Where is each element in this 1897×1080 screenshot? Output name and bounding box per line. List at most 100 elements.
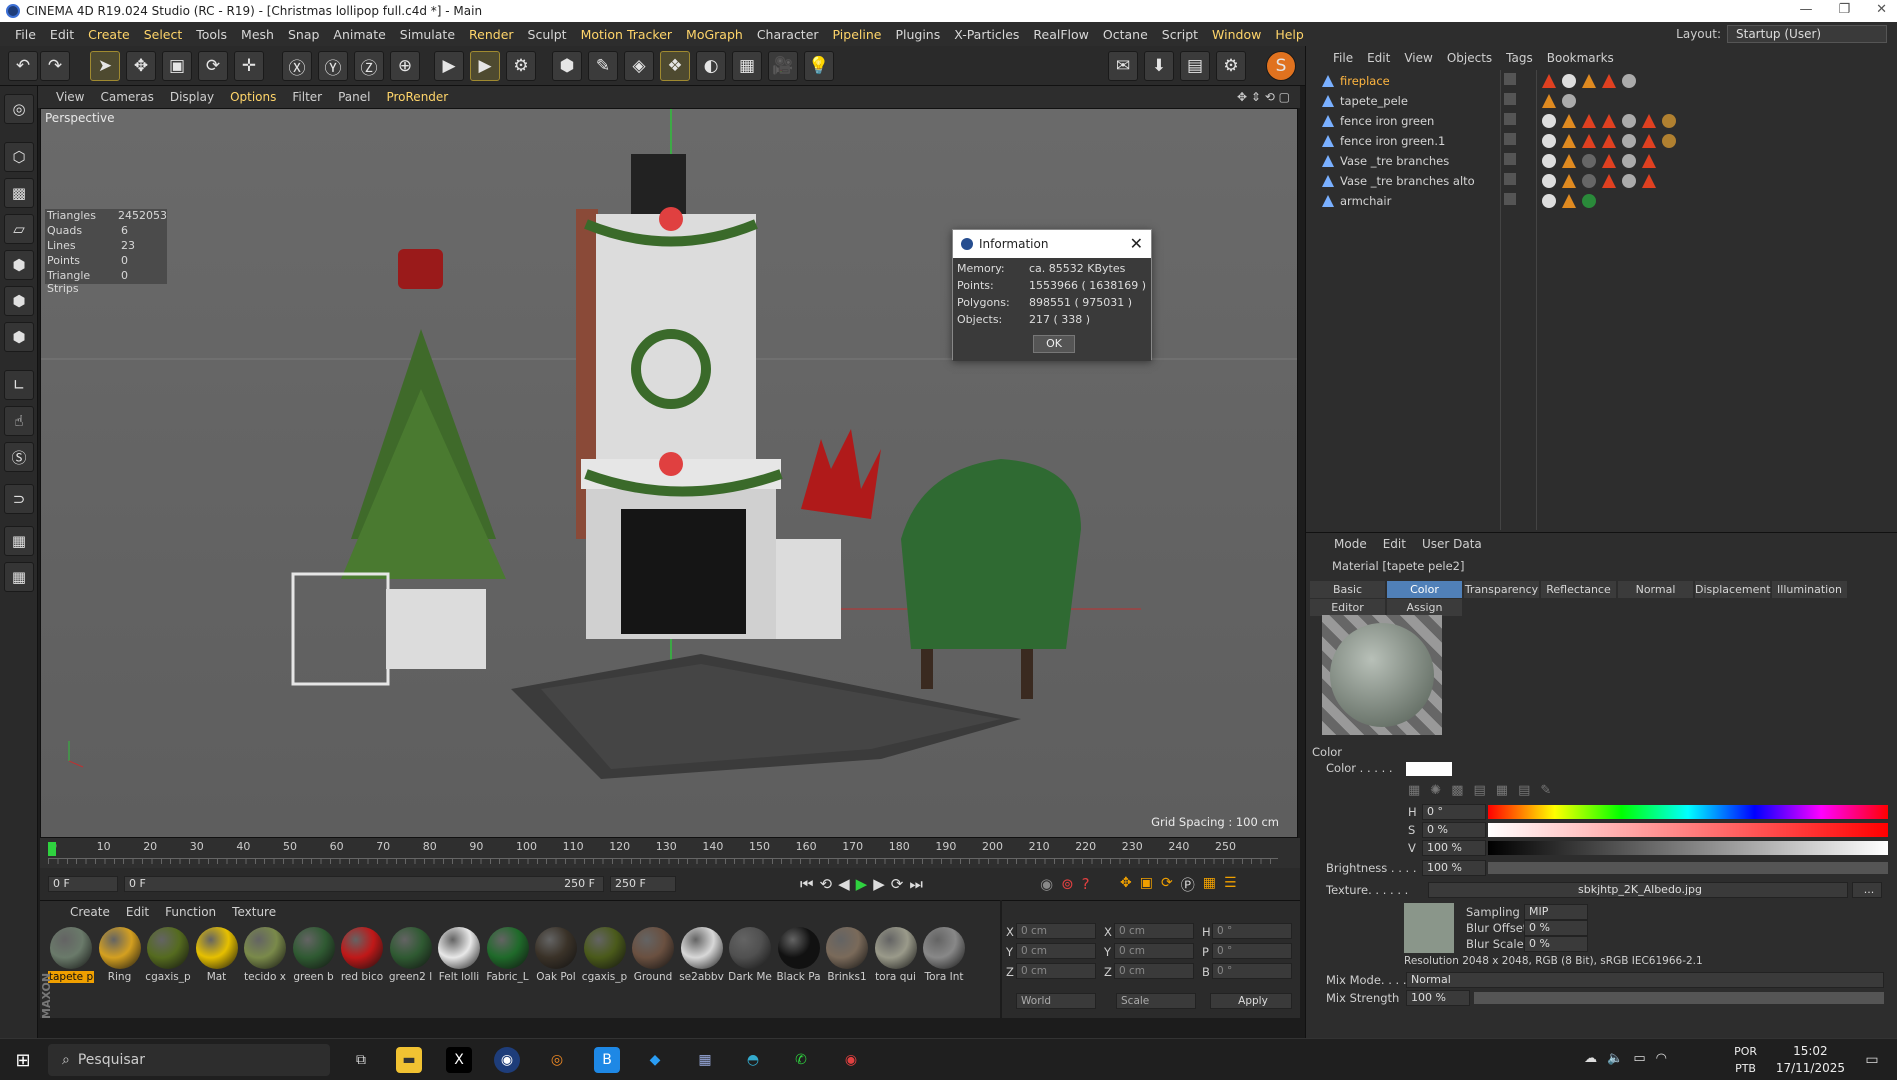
object-tag-icon[interactable] (1662, 134, 1676, 148)
timeline-ruler[interactable]: 0102030405060708090100110120130140150160… (40, 838, 1300, 868)
material-swatch[interactable]: Ring (97, 927, 143, 983)
hue-field[interactable]: 0 ° (1422, 804, 1486, 820)
material-menu-function[interactable]: Function (157, 905, 224, 919)
object-tag-icon[interactable] (1562, 174, 1576, 188)
render-picture-viewer-icon[interactable]: ▶ (470, 51, 500, 81)
rotate-icon[interactable]: ⟳ (198, 51, 228, 81)
object-row[interactable]: Vase _tre branches alto (1318, 172, 1475, 190)
picker-spectrum-icon[interactable]: ✺ (1430, 783, 1441, 798)
viewport-menu-options[interactable]: Options (222, 90, 284, 104)
picker-wheel-icon[interactable]: ▦ (1408, 783, 1420, 798)
material-swatch[interactable]: se2abbv (679, 927, 725, 983)
next-key-icon[interactable]: ⟳ (891, 875, 904, 893)
task-view-icon[interactable]: ⧉ (348, 1047, 374, 1073)
attr-menu-mode[interactable]: Mode (1326, 537, 1375, 551)
attr-tab[interactable]: Displacement (1695, 581, 1771, 598)
workplane-grid-icon[interactable]: ▦ (4, 526, 34, 556)
visibility-toggle-icon[interactable] (1504, 173, 1516, 185)
windows-start-icon[interactable]: ⊞ (10, 1047, 36, 1073)
prev-frame-icon[interactable]: ◀ (838, 875, 850, 893)
record-icon[interactable]: ⊚ (1061, 875, 1074, 893)
material-swatch[interactable]: Felt lolli (436, 927, 482, 983)
viewport-perspective[interactable]: Perspective Triangles 2452053 Quads 6 Line… (40, 108, 1298, 838)
timeline-menu-icon[interactable]: ☰ (1224, 875, 1237, 895)
vscode-icon[interactable]: ◆ (642, 1047, 668, 1073)
mix-mode-select[interactable]: Normal (1406, 972, 1884, 988)
object-tag-icon[interactable] (1562, 74, 1576, 88)
mix-strength-field[interactable]: 100 % (1406, 990, 1470, 1006)
value-slider[interactable] (1488, 841, 1888, 855)
picker-k-icon[interactable]: ▤ (1518, 783, 1530, 798)
object-row[interactable]: fence iron green (1318, 112, 1434, 130)
menu-file[interactable]: File (8, 27, 43, 42)
visibility-toggle-icon[interactable] (1504, 113, 1516, 125)
value-field[interactable]: 100 % (1422, 840, 1486, 856)
material-swatch[interactable]: Dark Me (727, 927, 773, 983)
obj-menu-bookmarks[interactable]: Bookmarks (1540, 51, 1621, 65)
material-swatch[interactable]: Black Pa (776, 927, 822, 983)
mix-strength-slider[interactable] (1474, 992, 1884, 1004)
object-row[interactable]: fence iron green.1 (1318, 132, 1445, 150)
tweak-mode-icon[interactable]: ☝ (4, 406, 34, 436)
layout-select[interactable]: Startup (User) (1727, 25, 1887, 43)
move-icon[interactable]: ✥ (126, 51, 156, 81)
menu-animate[interactable]: Animate (326, 27, 392, 42)
visibility-toggle-icon[interactable] (1504, 93, 1516, 105)
material-swatch[interactable]: Tora Int (921, 927, 967, 983)
object-tag-icon[interactable] (1642, 174, 1656, 188)
material-menu-create[interactable]: Create (62, 905, 118, 919)
select-arrow-icon[interactable]: ➤ (90, 51, 120, 81)
menu-edit[interactable]: Edit (43, 27, 81, 42)
workplane-icon[interactable]: ▱ (4, 214, 34, 244)
viewport-menu-prorender[interactable]: ProRender (378, 90, 456, 104)
menu-plugins[interactable]: Plugins (888, 27, 947, 42)
autokey-icon[interactable]: ◉ (1040, 875, 1053, 893)
subdivision-icon[interactable]: ◈ (624, 51, 654, 81)
coord-value-field[interactable]: 0 cm (1016, 963, 1096, 979)
object-tag-icon[interactable] (1642, 114, 1656, 128)
obj-menu-objects[interactable]: Objects (1440, 51, 1499, 65)
picker-rgb-icon[interactable]: ▤ (1474, 783, 1486, 798)
onedrive-icon[interactable]: ☁ (1584, 1051, 1597, 1066)
coord-value-field[interactable]: 0 cm (1016, 943, 1096, 959)
object-tag-icon[interactable] (1562, 114, 1576, 128)
material-swatch[interactable]: Fabric_L (485, 927, 531, 983)
object-tag-icon[interactable] (1562, 154, 1576, 168)
next-frame-icon[interactable]: ▶ (873, 875, 885, 893)
taskbar-search[interactable]: ⌕ Pesquisar (48, 1044, 330, 1076)
menu-realflow[interactable]: RealFlow (1026, 27, 1095, 42)
viewport-menu-cameras[interactable]: Cameras (92, 90, 161, 104)
make-editable-icon[interactable]: ◎ (4, 94, 34, 124)
object-tag-icon[interactable] (1582, 174, 1596, 188)
lock-workplane-icon[interactable]: ▦ (4, 562, 34, 592)
cube-icon[interactable]: ⬢ (552, 51, 582, 81)
goto-start-icon[interactable]: ⏮ (800, 875, 814, 893)
key-pla-icon[interactable]: ▦ (1203, 875, 1216, 895)
key-position-icon[interactable]: ✥ (1120, 875, 1132, 895)
key-parameter-icon[interactable]: Ⓟ (1181, 875, 1195, 895)
object-tag-icon[interactable] (1622, 174, 1636, 188)
menu-create[interactable]: Create (81, 27, 137, 42)
light-icon[interactable]: 💡 (804, 51, 834, 81)
menu-select[interactable]: Select (137, 27, 190, 42)
s-plugin-icon[interactable]: S (1266, 51, 1296, 81)
material-swatch[interactable]: cgaxis_p (582, 927, 628, 983)
object-tag-icon[interactable] (1542, 94, 1556, 108)
coord-value-field[interactable]: 0 ° (1212, 963, 1292, 979)
viewport-menu-panel[interactable]: Panel (330, 90, 378, 104)
object-row[interactable]: fireplace (1318, 72, 1390, 90)
visibility-toggle-icon[interactable] (1504, 73, 1516, 85)
picker-eyedropper-icon[interactable]: ✎ (1540, 783, 1551, 798)
edge-icon[interactable]: ◓ (740, 1047, 766, 1073)
object-tag-icon[interactable] (1562, 194, 1576, 208)
viewport-menu-filter[interactable]: Filter (284, 90, 330, 104)
brightness-field[interactable]: 100 % (1422, 860, 1486, 876)
saturation-field[interactable]: 0 % (1422, 822, 1486, 838)
material-swatch[interactable]: green2 l (388, 927, 434, 983)
camera-icon[interactable]: 🎥 (768, 51, 798, 81)
key-scale-icon[interactable]: ▣ (1140, 875, 1153, 895)
dialog-close-icon[interactable]: ✕ (1130, 234, 1143, 253)
attr-tab[interactable]: Color (1387, 581, 1462, 598)
obj-menu-edit[interactable]: Edit (1360, 51, 1397, 65)
menu-character[interactable]: Character (750, 27, 826, 42)
